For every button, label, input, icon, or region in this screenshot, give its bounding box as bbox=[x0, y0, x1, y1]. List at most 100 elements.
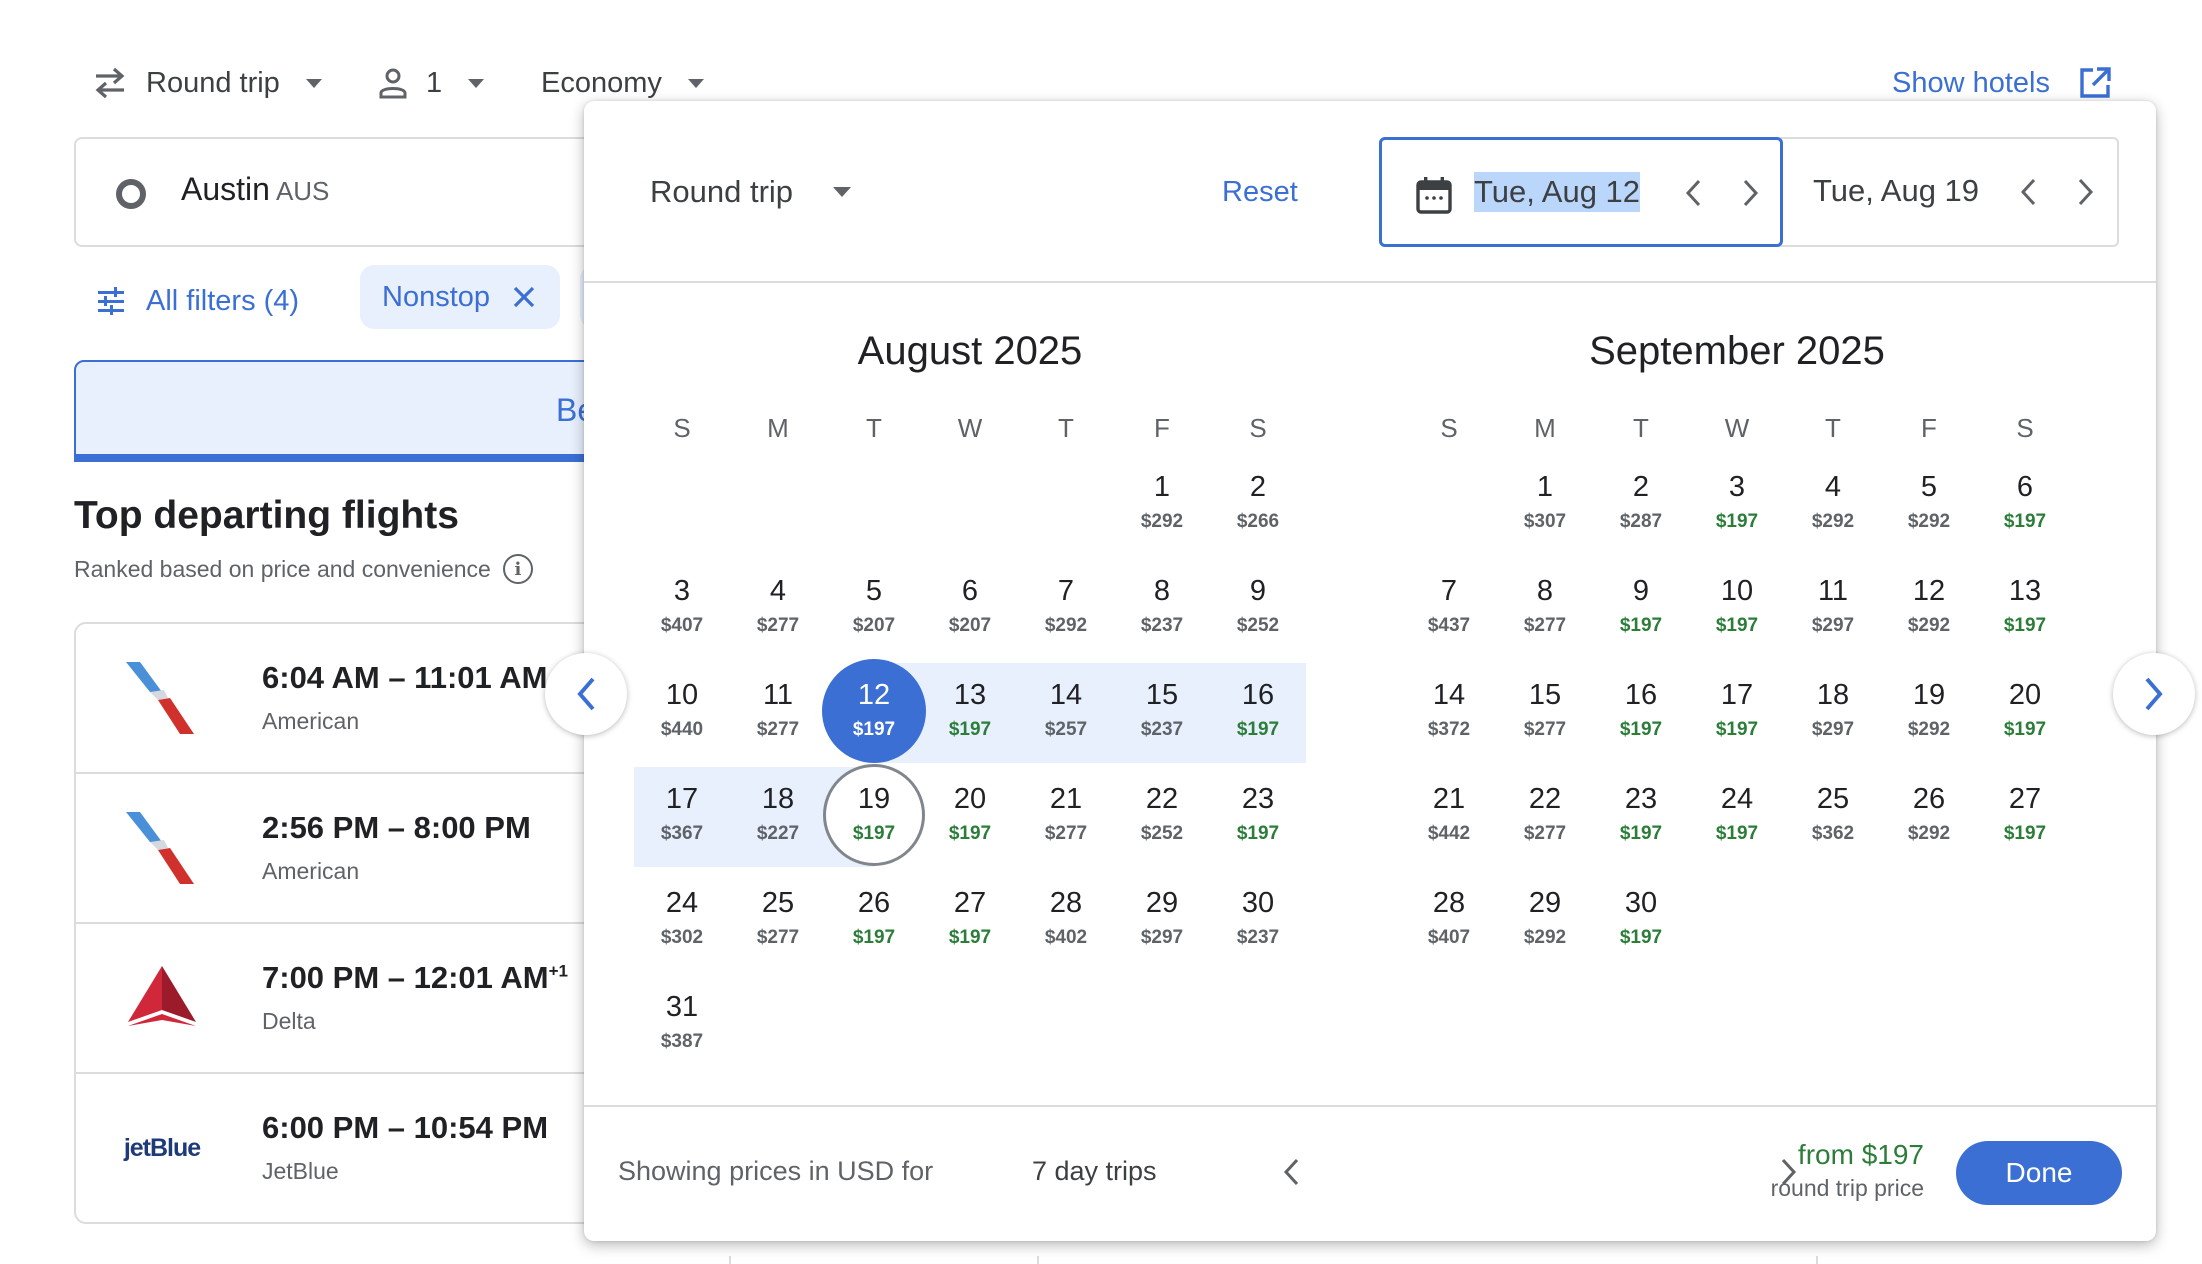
calendar-day[interactable]: 16 $197 bbox=[1210, 663, 1306, 763]
calendar-day[interactable]: 19 $197 bbox=[823, 764, 925, 867]
next-month-button[interactable] bbox=[2113, 653, 2195, 735]
prev-month-button[interactable] bbox=[545, 653, 627, 735]
calendar-day[interactable]: 27 $197 bbox=[922, 871, 1018, 971]
calendar-day[interactable]: 20 $197 bbox=[1977, 663, 2073, 763]
calendar-day[interactable]: 14 $372 bbox=[1401, 663, 1497, 763]
calendar-day[interactable]: 23 $197 bbox=[1210, 767, 1306, 867]
calendar-day[interactable]: 2 $287 bbox=[1593, 455, 1689, 555]
origin-circle-icon bbox=[116, 179, 146, 209]
day-number: 11 bbox=[1817, 575, 1849, 607]
day-price: $197 bbox=[1715, 615, 1759, 636]
calendar-day[interactable]: 17 $197 bbox=[1689, 663, 1785, 763]
all-filters-button[interactable]: All filters (4) bbox=[96, 270, 299, 332]
calendar-day[interactable]: 12 $292 bbox=[1881, 559, 1977, 659]
calendar-day[interactable]: 11 $277 bbox=[730, 663, 826, 763]
calendar-day[interactable]: 6 $197 bbox=[1977, 455, 2073, 555]
calendar-day[interactable]: 31 $387 bbox=[634, 975, 730, 1075]
chevron-left-icon bbox=[577, 677, 595, 711]
calendar-day[interactable]: 29 $292 bbox=[1497, 871, 1593, 971]
day-number: 10 bbox=[1720, 575, 1754, 607]
calendar-day[interactable]: 12 $197 bbox=[822, 659, 926, 763]
day-price: $197 bbox=[1715, 719, 1759, 740]
return-prev-day-button[interactable] bbox=[2013, 177, 2043, 207]
calendar-day[interactable]: 2 $266 bbox=[1210, 455, 1306, 555]
calendar-day[interactable]: 1 $292 bbox=[1114, 455, 1210, 555]
calendar-day[interactable]: 26 $197 bbox=[826, 871, 922, 971]
calendar-day[interactable]: 15 $237 bbox=[1114, 663, 1210, 763]
calendar-day[interactable]: 24 $197 bbox=[1689, 767, 1785, 867]
day-number: 15 bbox=[1145, 679, 1179, 711]
calendar-day[interactable]: 26 $292 bbox=[1881, 767, 1977, 867]
calendar-day[interactable]: 10 $197 bbox=[1689, 559, 1785, 659]
calendar-day[interactable]: 9 $252 bbox=[1210, 559, 1306, 659]
origin-code: AUS bbox=[275, 176, 330, 206]
day-price: $292 bbox=[1907, 511, 1951, 532]
calendar-day[interactable]: 4 $292 bbox=[1785, 455, 1881, 555]
departure-next-day-button[interactable] bbox=[1736, 178, 1766, 208]
calendar-day[interactable]: 23 $197 bbox=[1593, 767, 1689, 867]
trip-type-dropdown[interactable]: Round trip bbox=[92, 62, 322, 104]
calendar-day[interactable]: 1 $307 bbox=[1497, 455, 1593, 555]
calendar-day[interactable]: 21 $442 bbox=[1401, 767, 1497, 867]
calendar-day[interactable]: 9 $197 bbox=[1593, 559, 1689, 659]
day-number: 6 bbox=[961, 575, 979, 607]
day-number: 20 bbox=[2008, 679, 2042, 711]
calendar-day[interactable]: 29 $297 bbox=[1114, 871, 1210, 971]
calendar-day[interactable]: 10 $440 bbox=[634, 663, 730, 763]
day-number: 27 bbox=[953, 887, 987, 919]
trip-length-prev-button[interactable] bbox=[1276, 1157, 1306, 1187]
calendar-day[interactable]: 13 $197 bbox=[1977, 559, 2073, 659]
calendar-day[interactable]: 17 $367 bbox=[634, 767, 730, 867]
calendar-day[interactable]: 25 $277 bbox=[730, 871, 826, 971]
picker-trip-type-dropdown[interactable]: Round trip bbox=[650, 171, 852, 213]
calendar-day[interactable]: 28 $407 bbox=[1401, 871, 1497, 971]
calendar-day[interactable]: 18 $297 bbox=[1785, 663, 1881, 763]
day-number: 21 bbox=[1432, 783, 1466, 815]
day-price: $197 bbox=[1619, 615, 1663, 636]
day-price: $197 bbox=[2003, 719, 2047, 740]
info-icon[interactable]: i bbox=[502, 554, 533, 584]
calendar-day[interactable]: 27 $197 bbox=[1977, 767, 2073, 867]
calendar-day[interactable]: 13 $197 bbox=[922, 663, 1018, 763]
calendar-day[interactable]: 3 $197 bbox=[1689, 455, 1785, 555]
calendar-day[interactable]: 30 $197 bbox=[1593, 871, 1689, 971]
calendar-day[interactable]: 22 $277 bbox=[1497, 767, 1593, 867]
calendar-day[interactable]: 4 $277 bbox=[730, 559, 826, 659]
day-number: 4 bbox=[1824, 471, 1842, 503]
calendar-day[interactable]: 28 $402 bbox=[1018, 871, 1114, 971]
filter-chip-nonstop[interactable]: Nonstop bbox=[360, 265, 561, 329]
return-date-value[interactable]: Tue, Aug 19 bbox=[1813, 171, 1979, 211]
calendar-day[interactable]: 22 $252 bbox=[1114, 767, 1210, 867]
calendar-day[interactable]: 18 $227 bbox=[730, 767, 826, 867]
calendar-day[interactable]: 30 $237 bbox=[1210, 871, 1306, 971]
person-icon bbox=[378, 67, 408, 99]
calendar-day[interactable]: 8 $237 bbox=[1114, 559, 1210, 659]
calendar-day[interactable]: 7 $437 bbox=[1401, 559, 1497, 659]
calendar-day[interactable]: 19 $292 bbox=[1881, 663, 1977, 763]
calendar-day[interactable]: 14 $257 bbox=[1018, 663, 1114, 763]
day-number: 18 bbox=[761, 783, 795, 815]
calendar-day[interactable]: 20 $197 bbox=[922, 767, 1018, 867]
calendar-day[interactable]: 24 $302 bbox=[634, 871, 730, 971]
calendar-day[interactable]: 5 $207 bbox=[826, 559, 922, 659]
departure-date-input[interactable]: Tue, Aug 12 bbox=[1379, 137, 1783, 247]
calendar-day[interactable]: 6 $207 bbox=[922, 559, 1018, 659]
calendar-day[interactable]: 15 $277 bbox=[1497, 663, 1593, 763]
calendar-day[interactable]: 3 $407 bbox=[634, 559, 730, 659]
passengers-dropdown[interactable]: 1 bbox=[378, 62, 485, 104]
show-hotels-link[interactable]: Show hotels bbox=[1892, 62, 2112, 104]
reset-button[interactable]: Reset bbox=[1222, 171, 1298, 213]
calendar-day[interactable]: 25 $362 bbox=[1785, 767, 1881, 867]
return-next-day-button[interactable] bbox=[2071, 177, 2101, 207]
calendar-day[interactable]: 7 $292 bbox=[1018, 559, 1114, 659]
departure-prev-day-button[interactable] bbox=[1678, 178, 1708, 208]
calendar-day[interactable]: 8 $277 bbox=[1497, 559, 1593, 659]
calendar-day[interactable]: 21 $277 bbox=[1018, 767, 1114, 867]
calendar-day[interactable]: 16 $197 bbox=[1593, 663, 1689, 763]
close-icon[interactable] bbox=[512, 285, 536, 309]
calendar-day[interactable]: 11 $297 bbox=[1785, 559, 1881, 659]
cabin-class-dropdown[interactable]: Economy bbox=[541, 62, 704, 104]
jetblue-logo: jetBlue bbox=[116, 1110, 208, 1186]
calendar-day[interactable]: 5 $292 bbox=[1881, 455, 1977, 555]
done-button[interactable]: Done bbox=[1956, 1141, 2122, 1205]
